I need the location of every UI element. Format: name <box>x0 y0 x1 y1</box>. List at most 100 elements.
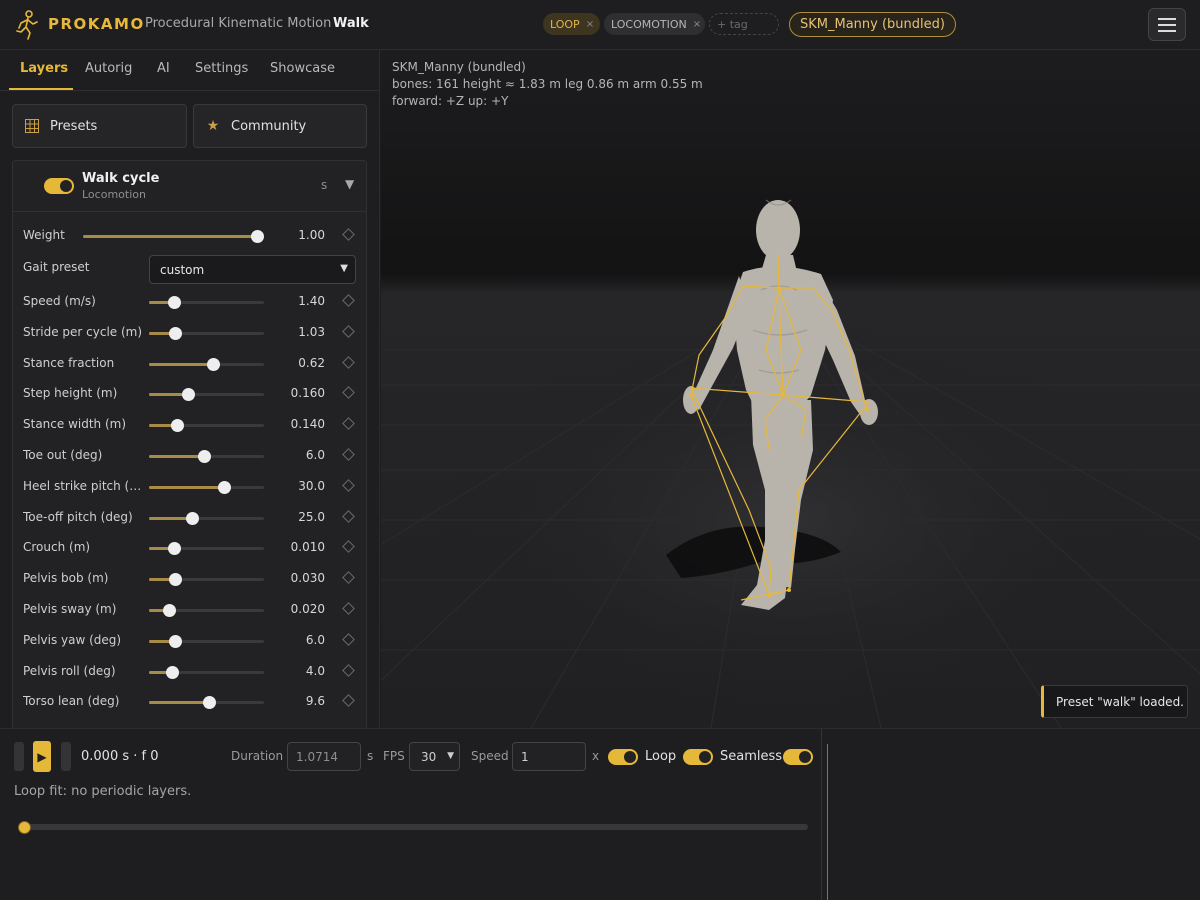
slider-knob[interactable] <box>168 542 181 556</box>
param-slider[interactable] <box>149 696 264 710</box>
keyframe-diamond-icon[interactable] <box>342 448 355 461</box>
tab-autorig[interactable]: Autorig <box>85 61 132 76</box>
weight-slider[interactable] <box>83 230 264 243</box>
param-row: Crouch (m) 0.010 <box>13 533 366 563</box>
keyframe-diamond-icon[interactable] <box>342 571 355 585</box>
slider-knob[interactable] <box>166 665 179 679</box>
remove-tag-icon[interactable]: × <box>693 19 701 30</box>
keyframe-diamond-icon[interactable] <box>342 540 355 554</box>
slider-knob[interactable] <box>163 604 176 617</box>
param-slider[interactable] <box>149 511 264 525</box>
tab-ai[interactable]: AI <box>157 61 170 76</box>
slider-knob[interactable] <box>169 326 182 340</box>
keyframe-diamond-icon[interactable] <box>342 663 355 677</box>
param-row: Pelvis yaw (deg) 6.0 <box>13 626 366 656</box>
param-slider[interactable] <box>149 296 264 309</box>
slider-knob[interactable] <box>171 419 184 433</box>
param-slider[interactable] <box>149 634 264 648</box>
keyframe-diamond-icon[interactable] <box>342 632 355 646</box>
weight-row: Weight 1.00 <box>13 221 366 251</box>
param-label: Stance fraction <box>23 355 115 370</box>
collapse-caret-icon[interactable]: ▼ <box>345 177 354 191</box>
app-subtitle: Procedural Kinematic Motion <box>145 16 332 31</box>
param-slider[interactable] <box>149 573 264 587</box>
hamburger-menu-icon[interactable] <box>1148 8 1186 41</box>
param-value: 4.0 <box>305 663 325 678</box>
keyframe-diamond-icon[interactable] <box>342 355 355 369</box>
param-label: Pelvis sway (m) <box>23 602 117 616</box>
keyframe-diamond-icon[interactable] <box>342 602 355 615</box>
layer-category: Locomotion <box>82 188 146 201</box>
community-label: Community <box>231 118 307 134</box>
slider-knob[interactable] <box>203 696 216 710</box>
loop-toggle[interactable] <box>608 749 638 765</box>
slider-knob[interactable] <box>169 634 182 648</box>
gait-preset-select[interactable]: custom ▼ <box>149 255 356 284</box>
slider-knob[interactable] <box>168 296 181 309</box>
tab-layers[interactable]: Layers <box>20 61 68 76</box>
timeline-scrubber[interactable] <box>18 824 808 830</box>
duration-input[interactable]: 1.0714 <box>287 742 361 771</box>
3d-viewport[interactable]: SKM_Manny (bundled) bones: 161 height ≈ … <box>381 50 1200 728</box>
keyframe-diamond-icon[interactable] <box>342 694 355 708</box>
keyframe-diamond-icon[interactable] <box>342 324 355 338</box>
layer-title: Walk cycle <box>82 171 160 186</box>
keyframe-diamond-icon[interactable] <box>342 417 355 431</box>
param-value: 6.0 <box>305 632 325 647</box>
param-value: 30.0 <box>298 478 325 493</box>
param-slider[interactable] <box>149 604 264 617</box>
param-value: 0.010 <box>290 540 325 555</box>
play-button[interactable]: ▶ <box>33 741 51 772</box>
seamless-toggle[interactable] <box>683 749 713 765</box>
brand-name: PROKAMO <box>48 15 145 33</box>
keyframe-diamond-icon[interactable] <box>342 509 355 523</box>
tab-showcase[interactable]: Showcase <box>270 61 335 76</box>
slider-knob[interactable] <box>186 511 199 525</box>
param-row: Speed (m/s) 1.40 <box>13 287 366 317</box>
fps-select[interactable]: 30 ▼ <box>409 742 460 771</box>
param-slider[interactable] <box>149 357 264 371</box>
prev-frame-button[interactable] <box>14 742 24 771</box>
param-slider[interactable] <box>149 326 264 340</box>
keyframe-diamond-icon[interactable] <box>342 228 355 241</box>
model-selector[interactable]: SKM_Manny (bundled) <box>789 12 956 37</box>
tab-settings[interactable]: Settings <box>195 61 248 76</box>
model-info-axes: forward: +Z up: +Y <box>392 94 509 108</box>
playhead-knob[interactable] <box>18 821 31 834</box>
next-frame-button[interactable] <box>61 742 71 771</box>
slider-knob[interactable] <box>169 573 182 587</box>
menu-bar <box>1158 17 1176 20</box>
layer-solo-button[interactable]: s <box>321 178 327 192</box>
layer-header[interactable]: Walk cycle Locomotion s ▼ <box>13 161 366 212</box>
param-label: Pelvis roll (deg) <box>23 663 116 678</box>
keyframe-diamond-icon[interactable] <box>342 294 355 307</box>
param-slider[interactable] <box>149 480 264 494</box>
slider-knob[interactable] <box>218 480 231 494</box>
keyframe-diamond-icon[interactable] <box>342 386 355 400</box>
param-slider[interactable] <box>149 450 264 463</box>
tag-loop: LOOP × <box>543 13 600 35</box>
add-tag-input[interactable]: + tag <box>709 13 779 35</box>
param-slider[interactable] <box>149 542 264 556</box>
animation-name[interactable]: Walk <box>333 16 369 31</box>
slider-knob[interactable] <box>198 450 211 463</box>
slider-knob[interactable] <box>182 388 195 402</box>
top-bar: PROKAMO Procedural Kinematic Motion Walk… <box>0 0 1200 50</box>
keyframe-diamond-icon[interactable] <box>342 478 355 492</box>
slider-knob[interactable] <box>207 357 220 371</box>
param-row: Toe out (deg) 6.0 <box>13 441 366 471</box>
toast-notification: Preset "walk" loaded. <box>1041 685 1188 718</box>
param-slider[interactable] <box>149 388 264 402</box>
community-button[interactable]: ★ Community <box>193 104 367 148</box>
param-value: 1.03 <box>298 324 325 339</box>
param-slider[interactable] <box>149 665 264 679</box>
speed-input[interactable]: 1 <box>512 742 586 771</box>
remove-tag-icon[interactable]: × <box>586 19 594 30</box>
layer-enable-toggle[interactable] <box>44 178 74 194</box>
slider-knob[interactable] <box>251 230 264 243</box>
presets-button[interactable]: Presets <box>12 104 187 148</box>
scene-canvas <box>381 50 1200 728</box>
extra-toggle[interactable] <box>783 749 813 765</box>
sidebar: Layers Autorig AI Settings Showcase Pres… <box>0 50 380 728</box>
param-slider[interactable] <box>149 419 264 433</box>
